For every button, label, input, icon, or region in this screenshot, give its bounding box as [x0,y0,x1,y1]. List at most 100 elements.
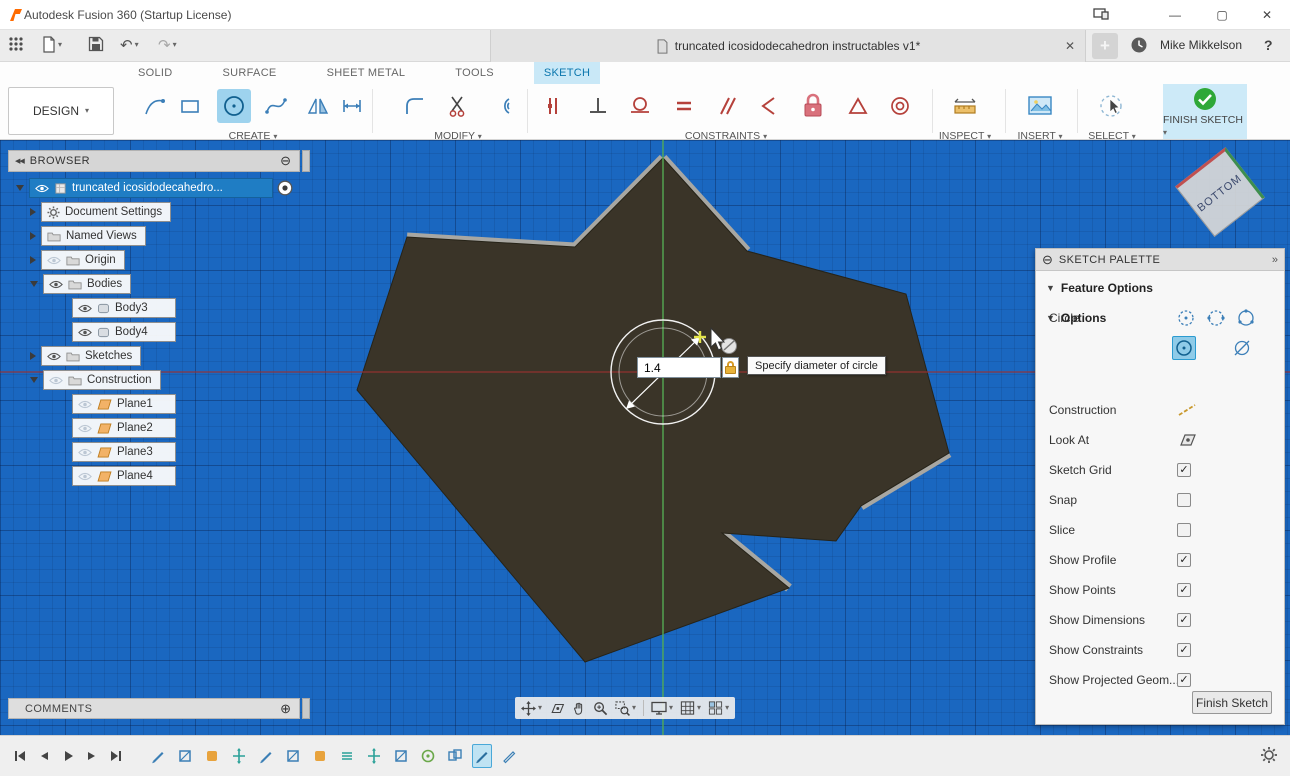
named-views-row[interactable]: Named Views [41,226,146,246]
pan-orbit-button[interactable]: ▾ [521,701,542,716]
timeline-feature-icon[interactable] [391,744,411,768]
circle-center-diameter-icon[interactable] [1174,306,1198,330]
viewports-button[interactable]: ▾ [708,701,729,715]
step-forward-button[interactable] [80,747,104,765]
document-settings-row[interactable]: Document Settings [41,202,171,222]
visibility-eye-icon-hidden[interactable] [78,448,92,457]
finish-sketch-button[interactable]: FINISH SKETCH ▾ [1163,84,1247,139]
help-button[interactable]: ? [1264,37,1273,53]
spline-tool-button[interactable] [259,89,293,123]
body4-row[interactable]: Body4 [72,322,176,342]
browser-item-plane2[interactable]: Plane2 [72,418,176,438]
fillet-tool-button[interactable] [398,89,432,123]
bodies-row[interactable]: Bodies [43,274,131,294]
tangent-constraint-button[interactable] [623,89,657,123]
browser-item-document-settings[interactable]: Document Settings [30,202,171,222]
modeling-canvas[interactable]: Specify diameter of circle BOTTOM ◀◀ BRO… [0,140,1290,735]
minimize-palette-icon[interactable]: ⊖ [1042,252,1053,268]
browser-item-origin[interactable]: Origin [30,250,125,270]
browser-item-named-views[interactable]: Named Views [30,226,146,246]
body3-row[interactable]: Body3 [72,298,176,318]
finish-sketch-palette-button[interactable]: Finish Sketch [1192,691,1272,714]
circle-2point-icon[interactable] [1204,306,1228,330]
add-comment-icon[interactable]: ⊕ [280,701,291,717]
timeline-settings-gear-icon[interactable] [1260,746,1278,767]
tab-solid[interactable]: SOLID [128,62,183,84]
timeline-feature-icon[interactable] [229,744,249,768]
vertical-horizontal-constraint-button[interactable] [581,89,615,123]
timeline-feature-icon[interactable] [256,744,276,768]
browser-item-plane4[interactable]: Plane4 [72,466,176,486]
slice-checkbox[interactable] [1177,523,1191,537]
undo-button[interactable]: ↶ ▾ [120,36,139,54]
browser-item-sketches[interactable]: Sketches [30,346,141,366]
plane4-row[interactable]: Plane4 [72,466,176,486]
coincident-constraint-button[interactable] [536,89,570,123]
minimize-button[interactable]: — [1152,0,1198,30]
timeline-feature-icon[interactable] [283,744,303,768]
show-constraints-checkbox[interactable]: ✓ [1177,643,1191,657]
equal-constraint-button[interactable] [667,89,701,123]
offset-tool-button[interactable] [486,89,520,123]
circle-tool-button-active[interactable] [217,89,251,123]
visibility-eye-icon-hidden[interactable] [78,424,92,433]
concentric-constraint-button[interactable] [883,89,917,123]
circle-2tangent-icon-active[interactable] [1172,336,1196,360]
zoom-window-button[interactable]: ▾ [615,701,636,716]
tab-sketch[interactable]: SKETCH [534,62,600,84]
insert-image-button[interactable] [1023,89,1057,123]
mirror-tool-button[interactable] [301,89,335,123]
browser-item-root-component[interactable]: truncated icosidodecahedro... [16,178,293,198]
go-to-start-button[interactable] [8,747,32,765]
visibility-eye-icon[interactable] [78,304,92,313]
origin-row[interactable]: Origin [41,250,125,270]
look-at-icon[interactable] [1177,433,1197,447]
visibility-eye-icon[interactable] [49,280,63,289]
timeline-feature-icon[interactable] [175,744,195,768]
section-collapse-icon[interactable]: ▼ [1046,283,1055,293]
go-to-end-button[interactable] [104,747,128,765]
visibility-eye-icon[interactable] [35,184,49,193]
diameter-dimension-input[interactable] [637,357,721,378]
visibility-eye-icon[interactable] [78,328,92,337]
browser-item-plane3[interactable]: Plane3 [72,442,176,462]
sketch-palette-header[interactable]: ⊖ SKETCH PALETTE » [1036,249,1284,271]
circle-3tangent-icon[interactable] [1230,336,1254,360]
expand-arrow-icon[interactable] [30,377,38,383]
browser-item-plane1[interactable]: Plane1 [72,394,176,414]
look-at-nav-button[interactable] [549,702,565,715]
minimize-browser-icon[interactable]: ⊖ [280,153,291,169]
midpoint-constraint-button[interactable] [841,89,875,123]
pan-hand-button[interactable] [572,701,586,716]
timeline-feature-icon[interactable] [337,744,357,768]
parallel-constraint-button[interactable] [710,89,744,123]
expand-arrow-icon[interactable] [30,208,36,216]
sketch-profile-polygon[interactable] [357,158,949,662]
plane1-row[interactable]: Plane1 [72,394,176,414]
step-back-button[interactable] [32,747,56,765]
browser-panel-header[interactable]: ◀◀ BROWSER ⊖ [8,150,300,172]
timeline-feature-icon[interactable] [202,744,222,768]
timeline-feature-icon[interactable] [148,744,168,768]
browser-item-body4[interactable]: Body4 [72,322,176,342]
sketch-grid-checkbox[interactable]: ✓ [1177,463,1191,477]
expand-arrow-icon[interactable] [30,232,36,240]
dimension-lock-icon[interactable] [722,357,739,378]
timeline-feature-icon[interactable] [364,744,384,768]
browser-item-bodies[interactable]: Bodies [30,274,131,294]
root-component-row[interactable]: truncated icosidodecahedro... [29,178,273,198]
circle-3point-icon[interactable] [1234,306,1258,330]
rectangle-tool-button[interactable] [173,89,207,123]
visibility-eye-icon-hidden[interactable] [78,472,92,481]
new-tab-button[interactable]: + [1092,33,1118,59]
zoom-button[interactable] [593,701,608,716]
symmetry-constraint-button[interactable] [751,89,785,123]
dimension-value-field[interactable] [638,358,720,377]
show-profile-checkbox[interactable]: ✓ [1177,553,1191,567]
close-window-button[interactable]: ✕ [1244,0,1290,30]
timeline-feature-icon-selected[interactable] [472,744,492,768]
dimension-tool-button[interactable] [335,89,369,123]
job-status-clock-icon[interactable] [1130,36,1148,54]
tab-surface[interactable]: SURFACE [213,62,287,84]
expand-arrow-icon[interactable] [30,352,36,360]
